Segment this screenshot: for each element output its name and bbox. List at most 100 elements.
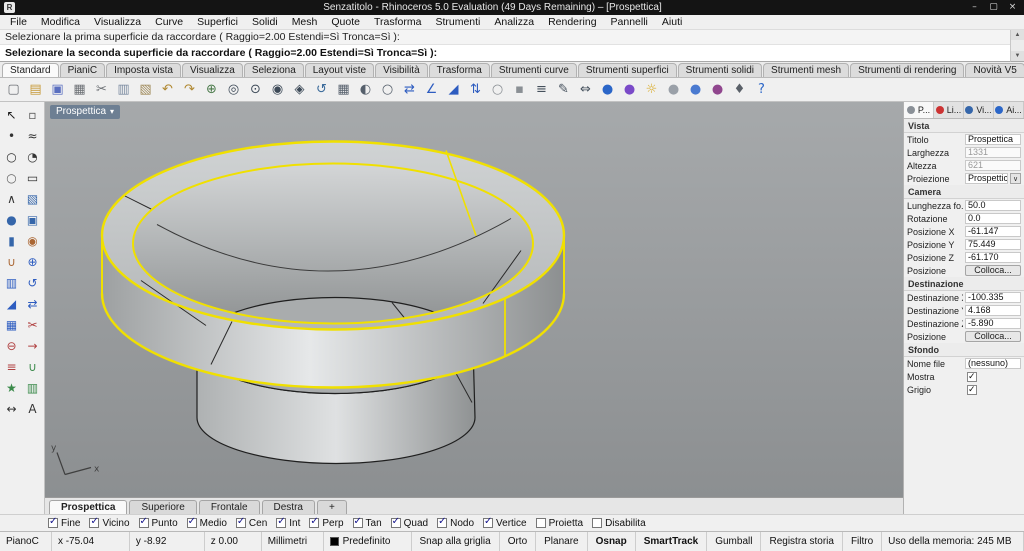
osnap-toggle[interactable]: Vertice <box>483 516 527 529</box>
ribbon-tab[interactable]: Strumenti solidi <box>677 63 763 77</box>
shaded-view-icon[interactable]: ◐ <box>355 79 376 100</box>
mirror-tool-icon[interactable]: ⇄ <box>22 293 43 314</box>
cylinder-icon[interactable]: ▮ <box>1 230 22 251</box>
checkbox-icon[interactable] <box>186 516 197 528</box>
distance-icon[interactable]: ⇔ <box>575 79 596 100</box>
object-properties-icon[interactable]: ✎ <box>553 79 574 100</box>
checkbox-icon[interactable] <box>276 516 287 528</box>
menu-item[interactable]: Quote <box>324 16 367 28</box>
checkbox-icon[interactable] <box>309 516 320 528</box>
redo-icon[interactable]: ↷ <box>179 79 200 100</box>
ribbon-tab[interactable]: Strumenti superfici <box>577 63 677 77</box>
close-button[interactable]: × <box>1004 2 1021 13</box>
menu-item[interactable]: File <box>3 16 34 28</box>
ellipse-icon[interactable]: ○ <box>1 167 22 188</box>
tab-livelli[interactable]: Li... <box>934 102 964 118</box>
menu-item[interactable]: Aiuti <box>655 16 689 28</box>
box-icon[interactable]: ▣ <box>22 209 43 230</box>
osnap-toggle[interactable]: Perp <box>309 516 344 529</box>
ribbon-tab[interactable]: Visualizza <box>181 63 243 77</box>
explode-icon[interactable]: ★ <box>1 377 22 398</box>
checkbox-icon[interactable] <box>48 516 58 528</box>
boolean-union-icon[interactable]: ∪ <box>1 251 22 272</box>
zoom-selected-icon[interactable]: ◈ <box>289 79 310 100</box>
group-icon[interactable]: ▥ <box>22 377 43 398</box>
lock-objects-icon[interactable]: ▪ <box>509 79 530 100</box>
rotate-icon[interactable]: ∠ <box>421 79 442 100</box>
property-checkbox[interactable] <box>967 371 977 382</box>
join-icon[interactable]: ∪ <box>22 356 43 377</box>
scale-icon[interactable]: ◢ <box>443 79 464 100</box>
trim-icon[interactable]: ✂ <box>22 314 43 335</box>
scroll-down-icon[interactable] <box>1011 51 1024 61</box>
text-icon[interactable]: A <box>22 398 43 419</box>
wireframe-view-icon[interactable]: ○ <box>377 79 398 100</box>
property-value[interactable]: 0.0 <box>965 213 1021 224</box>
ribbon-tab[interactable]: Strumenti di rendering <box>850 63 965 77</box>
maximize-button[interactable]: ▢ <box>985 2 1002 13</box>
osnap-toggle[interactable]: Fine <box>48 516 80 529</box>
undo-view-icon[interactable]: ↺ <box>311 79 332 100</box>
menu-item[interactable]: Solidi <box>245 16 285 28</box>
new-file-icon[interactable]: ▢ <box>3 79 24 100</box>
menu-item[interactable]: Superfici <box>190 16 245 28</box>
property-value[interactable]: -61.170 <box>965 252 1021 263</box>
property-value[interactable]: 4.168 <box>965 305 1021 316</box>
help-icon[interactable]: ? <box>751 79 772 100</box>
menu-item[interactable]: Pannelli <box>604 16 655 28</box>
four-viewports-icon[interactable]: ▦ <box>333 79 354 100</box>
checkbox-icon[interactable] <box>437 516 448 528</box>
hide-objects-icon[interactable]: ○ <box>487 79 508 100</box>
display-rendered-icon[interactable]: ● <box>707 79 728 100</box>
property-value[interactable]: -5.890 <box>965 318 1021 329</box>
tab-visualizza[interactable]: Vi... <box>964 102 994 118</box>
section-header-sfondo[interactable]: Sfondo <box>904 343 1024 357</box>
ribbon-tab[interactable]: Strumenti mesh <box>763 63 850 77</box>
checkbox-icon[interactable] <box>352 516 363 528</box>
fillet-icon[interactable]: ◉ <box>22 230 43 251</box>
sphere-icon[interactable]: ● <box>1 209 22 230</box>
property-value[interactable]: Colloca... <box>965 331 1021 342</box>
status-toggle[interactable]: Registra storia <box>761 532 843 551</box>
section-header-camera[interactable]: Camera <box>904 185 1024 199</box>
circle-icon[interactable]: ○ <box>1 146 22 167</box>
render-preview-icon[interactable]: ● <box>619 79 640 100</box>
command-scrollbar[interactable] <box>1010 30 1024 62</box>
ribbon-tab[interactable]: Visibilità <box>375 63 428 77</box>
property-value[interactable]: Prospettica <box>965 173 1008 184</box>
menu-item[interactable]: Analizza <box>487 16 541 28</box>
point-icon[interactable]: • <box>1 125 22 146</box>
ribbon-tab[interactable]: Trasforma <box>428 63 490 77</box>
ribbon-tab[interactable]: Imposta vista <box>106 63 181 77</box>
property-value[interactable]: 621 <box>965 160 1021 171</box>
property-value[interactable]: (nessuno) <box>965 358 1021 369</box>
menu-item[interactable]: Trasforma <box>367 16 428 28</box>
osnap-toggle[interactable]: Nodo <box>437 516 474 529</box>
array-icon[interactable]: ▦ <box>1 314 22 335</box>
tab-aiuto[interactable]: Ai... <box>994 102 1024 118</box>
menu-item[interactable]: Modifica <box>34 16 87 28</box>
osnap-toggle[interactable]: Disabilita <box>592 518 646 529</box>
new-viewport-tab[interactable]: + <box>316 500 347 514</box>
osnap-toggle[interactable]: Medio <box>186 516 227 529</box>
menu-item[interactable]: Curve <box>148 16 190 28</box>
menu-item[interactable]: Mesh <box>285 16 325 28</box>
viewport-title-button[interactable]: Prospettica <box>50 105 121 119</box>
dropdown-arrow-icon[interactable] <box>1010 173 1021 184</box>
move-tool-icon[interactable]: ⊕ <box>22 251 43 272</box>
viewport-tab[interactable]: Prospettica <box>49 500 128 514</box>
viewport-tab[interactable]: Frontale <box>198 500 260 514</box>
scale-tool-icon[interactable]: ◢ <box>1 293 22 314</box>
osnap-toggle[interactable]: Cen <box>235 516 267 529</box>
property-value[interactable]: Colloca... <box>965 265 1021 276</box>
property-value[interactable]: 1331 <box>965 147 1021 158</box>
property-checkbox[interactable] <box>967 384 977 395</box>
osnap-toggle[interactable]: Quad <box>390 516 428 529</box>
ribbon-tab[interactable]: Standard <box>2 63 59 77</box>
tab-proprieta[interactable]: P... <box>904 102 934 118</box>
undo-icon[interactable]: ↶ <box>157 79 178 100</box>
menu-item[interactable]: Visualizza <box>87 16 148 28</box>
save-icon[interactable]: ▣ <box>47 79 68 100</box>
copy-tool-icon[interactable]: ▥ <box>1 272 22 293</box>
arc-icon[interactable]: ◔ <box>22 146 43 167</box>
